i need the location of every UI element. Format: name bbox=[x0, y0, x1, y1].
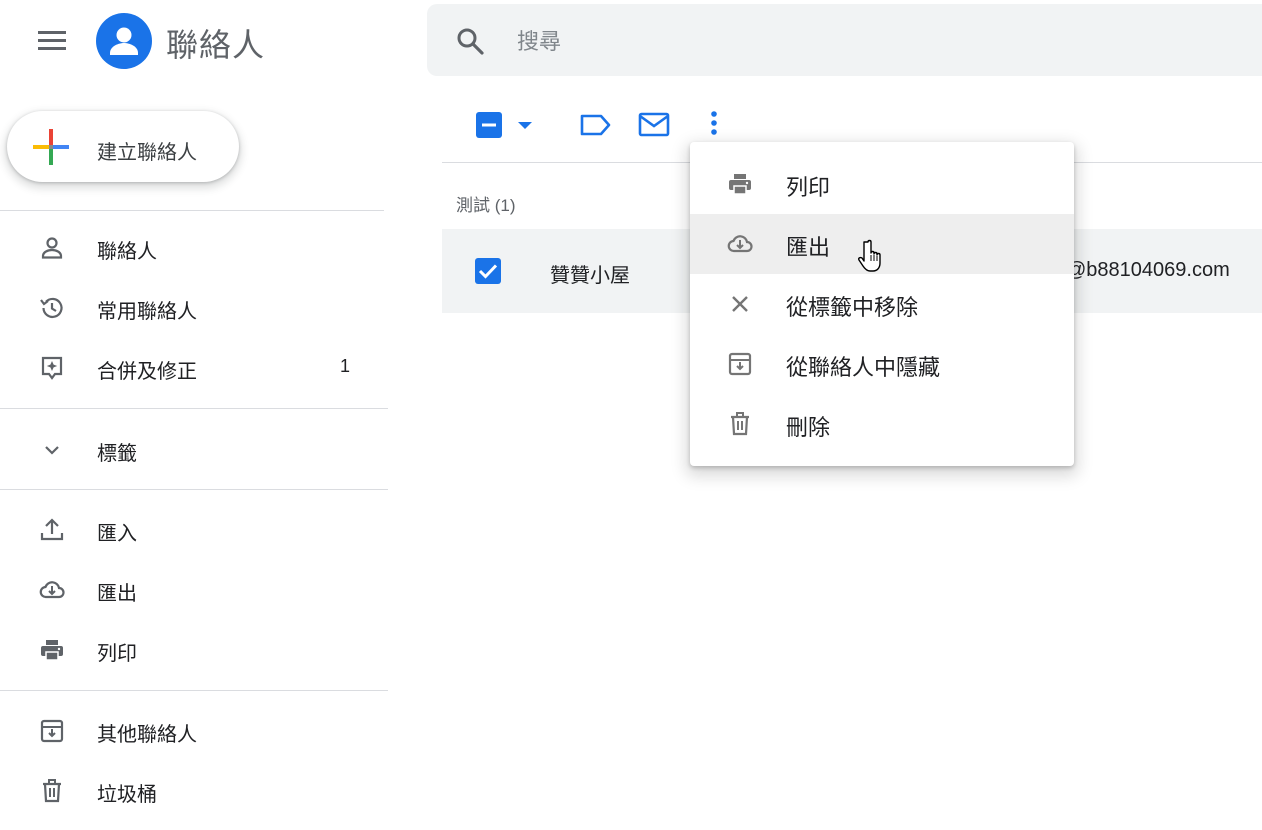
contact-name: 贊贊小屋 bbox=[550, 265, 630, 287]
search-icon bbox=[457, 28, 484, 55]
sidebar-item-label: 匯出 bbox=[97, 583, 137, 605]
printer-icon bbox=[726, 170, 754, 198]
archive-icon bbox=[38, 717, 66, 745]
sidebar-item-trash[interactable]: 垃圾桶 bbox=[0, 763, 388, 819]
label-icon bbox=[580, 114, 611, 136]
checkbox-checked-icon bbox=[475, 258, 501, 284]
caret-down-icon bbox=[518, 122, 532, 129]
group-header: 測試 (1) bbox=[456, 196, 516, 215]
upload-icon bbox=[38, 516, 66, 544]
menu-item-print[interactable]: 列印 bbox=[690, 154, 1074, 214]
close-icon bbox=[726, 290, 754, 318]
merge-fix-count: 1 bbox=[339, 356, 350, 376]
select-dropdown-button[interactable] bbox=[512, 112, 538, 138]
cloud-download-icon bbox=[726, 230, 754, 258]
sidebar-item-label: 垃圾桶 bbox=[97, 784, 157, 806]
menu-item-label: 列印 bbox=[786, 175, 831, 200]
create-contact-label: 建立聯絡人 bbox=[97, 142, 197, 164]
sidebar-item-merge-fix[interactable]: 合併及修正 1 bbox=[0, 340, 388, 396]
sidebar-divider bbox=[0, 210, 384, 211]
select-checkbox[interactable] bbox=[474, 110, 504, 140]
menu-item-label: 匯出 bbox=[786, 235, 831, 260]
trash-icon bbox=[726, 410, 754, 438]
select-partial-checkbox-icon bbox=[476, 112, 502, 138]
history-icon bbox=[38, 294, 66, 322]
sidebar-divider bbox=[0, 489, 388, 490]
merge-fix-icon bbox=[38, 354, 66, 382]
archive-icon bbox=[726, 350, 754, 378]
person-icon bbox=[38, 234, 66, 262]
app-logo bbox=[96, 13, 152, 69]
sidebar-divider bbox=[0, 408, 388, 409]
create-contact-button[interactable]: 建立聯絡人 bbox=[7, 111, 239, 182]
sidebar-item-label: 其他聯絡人 bbox=[97, 724, 197, 746]
sidebar-item-label: 標籤 bbox=[97, 443, 137, 465]
sidebar-item-export[interactable]: 匯出 bbox=[0, 562, 388, 618]
sidebar-item-label: 合併及修正 bbox=[97, 361, 197, 383]
search-input[interactable] bbox=[515, 24, 1019, 60]
more-vert-icon bbox=[711, 111, 717, 135]
trash-icon bbox=[38, 777, 66, 805]
more-actions-button[interactable] bbox=[700, 108, 728, 140]
menu-item-hide-contact[interactable]: 從聯絡人中隱藏 bbox=[690, 334, 1074, 394]
main-menu-button[interactable] bbox=[34, 26, 70, 54]
app-title: 聯絡人 bbox=[166, 27, 266, 63]
send-email-button[interactable] bbox=[637, 110, 671, 140]
sidebar-item-frequent[interactable]: 常用聯絡人 bbox=[0, 280, 388, 336]
hand-cursor-icon bbox=[858, 238, 888, 274]
sidebar-item-label: 常用聯絡人 bbox=[97, 301, 197, 323]
contact-email: @b88104069.com bbox=[1066, 259, 1230, 281]
sidebar-item-label: 列印 bbox=[97, 643, 137, 665]
sidebar-item-print[interactable]: 列印 bbox=[0, 622, 388, 678]
menu-item-label: 從聯絡人中隱藏 bbox=[786, 355, 941, 380]
search-button[interactable] bbox=[455, 26, 485, 56]
mail-icon bbox=[638, 112, 670, 137]
menu-item-remove-from-label[interactable]: 從標籤中移除 bbox=[690, 274, 1074, 334]
sidebar-item-other-contacts[interactable]: 其他聯絡人 bbox=[0, 703, 388, 759]
printer-icon bbox=[38, 636, 66, 664]
manage-labels-button[interactable] bbox=[578, 110, 612, 140]
sidebar-item-contacts[interactable]: 聯絡人 bbox=[0, 220, 388, 276]
sidebar-item-import[interactable]: 匯入 bbox=[0, 502, 388, 558]
menu-item-delete[interactable]: 刪除 bbox=[690, 394, 1074, 454]
cloud-download-icon bbox=[38, 576, 66, 604]
sidebar-item-label: 匯入 bbox=[97, 523, 137, 545]
menu-item-label: 從標籤中移除 bbox=[786, 295, 919, 320]
row-checkbox[interactable] bbox=[474, 257, 502, 285]
chevron-down-icon bbox=[38, 436, 66, 464]
sidebar-item-label: 聯絡人 bbox=[97, 241, 157, 263]
hamburger-icon bbox=[38, 31, 66, 50]
sidebar-item-labels[interactable]: 標籤 bbox=[0, 422, 388, 478]
more-actions-menu: 列印 匯出 從標籤中移除 從聯絡人中隱藏 刪除 bbox=[690, 142, 1074, 466]
sidebar-divider bbox=[0, 690, 388, 691]
menu-item-label: 刪除 bbox=[786, 415, 831, 440]
plus-icon bbox=[33, 129, 69, 165]
contacts-logo-icon bbox=[110, 27, 138, 55]
